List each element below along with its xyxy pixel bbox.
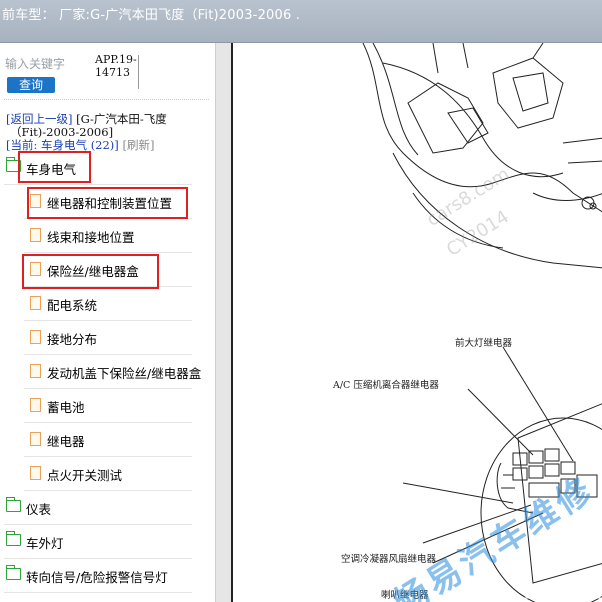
tree-item-label: 配电系统 xyxy=(47,298,98,313)
separator xyxy=(4,99,209,100)
document-icon xyxy=(30,228,41,242)
document-icon xyxy=(30,330,41,344)
tree-item-label: 继电器 xyxy=(47,434,85,449)
tree-item-label: 线束和接地位置 xyxy=(47,230,135,245)
tree-item-label: 车外灯 xyxy=(26,536,64,551)
tree-item-label: 发动机盖下保险丝/继电器盒 xyxy=(47,366,202,381)
tree-doc-relays[interactable]: 继电器 xyxy=(24,423,192,457)
app-code-line1: APP.19- xyxy=(95,53,137,66)
tree-doc-underhood-fuse-box[interactable]: 发动机盖下保险丝/继电器盒 xyxy=(24,355,201,389)
tree-doc-battery[interactable]: 蓄电池 xyxy=(24,389,192,423)
tree-item-label: 车身电气 xyxy=(26,162,77,177)
search-divider xyxy=(138,55,139,89)
tree-folder-body-electrical[interactable]: 车身电气 xyxy=(4,151,192,185)
document-icon xyxy=(30,262,41,276)
tree-item-label: 仪表 xyxy=(26,502,52,517)
folder-icon xyxy=(6,565,21,580)
app-code: APP.19- 14713 xyxy=(95,53,137,79)
title-bar: 前车型： 厂家:G-广汽本田飞度（Fit)2003-2006 . xyxy=(0,0,602,43)
folder-icon xyxy=(6,157,21,172)
tree-item-label: 保险丝/继电器盒 xyxy=(47,264,139,279)
folder-icon xyxy=(6,531,21,546)
tree-item-label: 蓄电池 xyxy=(47,400,85,415)
tree-item-label: 接地分布 xyxy=(47,332,98,347)
refresh-link[interactable]: [刷新] xyxy=(122,138,154,152)
tree-folder-turn-hazard[interactable]: 转向信号/危险报警信号灯 xyxy=(4,559,192,593)
tree-item-label: 转向信号/危险报警信号灯 xyxy=(26,570,168,585)
document-icon xyxy=(30,398,41,412)
current-count: (22) xyxy=(90,138,115,152)
sidebar: 输入关键字 查询 APP.19- 14713 [返回上一级] [G-广汽本田-飞… xyxy=(0,43,215,602)
back-link[interactable]: [返回上一级] xyxy=(6,112,72,126)
search-button[interactable]: 查询 xyxy=(7,77,55,93)
tree-doc-relay-control-location[interactable]: 继电器和控制装置位置 xyxy=(24,185,192,219)
tree-doc-fuse-relay-box[interactable]: 保险丝/继电器盒 xyxy=(24,253,192,287)
document-icon xyxy=(30,432,41,446)
tree-folder-gauges[interactable]: 仪表 xyxy=(4,491,192,525)
document-icon xyxy=(30,194,41,208)
pane-divider[interactable] xyxy=(215,43,232,602)
current-suffix: ] xyxy=(114,138,119,152)
document-icon xyxy=(30,466,41,480)
window-title: 前车型： 厂家:G-广汽本田飞度（Fit)2003-2006 . xyxy=(2,8,301,23)
tree-folder-exterior-lights[interactable]: 车外灯 xyxy=(4,525,192,559)
breadcrumb: [返回上一级] [G-广汽本田-飞度 （Fit)-2003-2006] [当前:… xyxy=(6,113,211,152)
search-area: 输入关键字 查询 APP.19- 14713 xyxy=(5,53,205,93)
search-input[interactable]: 输入关键字 xyxy=(5,55,65,72)
tree-doc-ignition-switch-test[interactable]: 点火开关测试 xyxy=(24,457,192,491)
current-category-link[interactable]: 车身电气 xyxy=(41,138,87,152)
tree-doc-power-distribution[interactable]: 配电系统 xyxy=(24,287,192,321)
document-icon xyxy=(30,296,41,310)
label-headlight-relay: 前大灯继电器 xyxy=(455,338,513,349)
tree-doc-harness-ground-location[interactable]: 线束和接地位置 xyxy=(24,219,192,253)
diagram-viewer: 前大灯继电器 A/C 压缩机离合器继电器 空调冷凝器风扇继电器 喇叭继电器 ca… xyxy=(231,43,602,602)
current-prefix: [当前: xyxy=(6,138,42,152)
label-ac-clutch-relay: A/C 压缩机离合器继电器 xyxy=(333,380,439,391)
tree-item-label: 继电器和控制装置位置 xyxy=(47,196,173,211)
tree-item-label: 点火开关测试 xyxy=(47,468,123,483)
folder-icon xyxy=(6,497,21,512)
app-code-line2: 14713 xyxy=(95,66,130,79)
document-icon xyxy=(30,364,41,378)
breadcrumb-path: [G-广汽本田-飞度 xyxy=(76,112,167,126)
tree-doc-ground-distribution[interactable]: 接地分布 xyxy=(24,321,192,355)
